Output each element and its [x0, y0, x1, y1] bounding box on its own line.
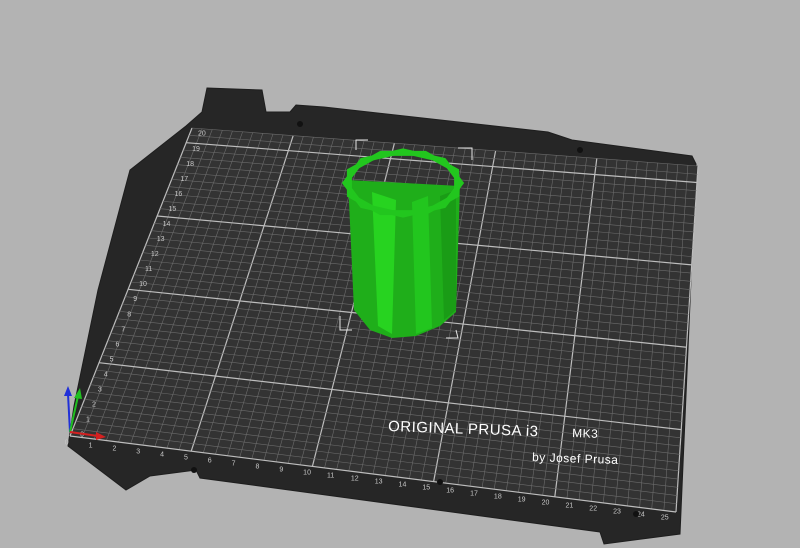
x-tick-label: 11 — [327, 472, 334, 479]
z-axis — [67, 393, 71, 433]
x-tick-label: 9 — [279, 466, 283, 473]
x-tick-label: 16 — [446, 487, 454, 494]
3d-viewport[interactable]: 0 1 2 3 4 5 6 7 8 9 10 11 12 13 14 15 16 17 18 19 20 21 22 23 24… — [0, 0, 800, 548]
y-tick-label: 4 — [104, 371, 108, 378]
x-tick-label: 18 — [494, 493, 502, 500]
y-tick-label: 7 — [121, 326, 125, 333]
x-tick-label: 15 — [422, 484, 430, 491]
y-tick-label: 20 — [198, 131, 206, 138]
x-tick-label: 14 — [399, 481, 407, 488]
brand-model: MK3 — [572, 426, 599, 441]
y-tick-label: 19 — [192, 146, 200, 153]
x-tick-label: 23 — [613, 509, 621, 516]
y-tick-label: 15 — [169, 206, 177, 213]
y-tick-label: 5 — [110, 356, 114, 363]
x-tick-label: 0 — [65, 439, 69, 446]
x-tick-label: 6 — [208, 457, 212, 464]
mount-hole — [297, 121, 303, 127]
y-tick-label: 2 — [92, 402, 96, 409]
y-tick-label: 9 — [133, 296, 137, 303]
y-tick-label: 13 — [157, 236, 165, 243]
x-tick-label: 3 — [136, 448, 140, 455]
y-tick-label: 8 — [127, 311, 131, 318]
x-tick-label: 5 — [184, 454, 188, 461]
y-tick-label: 1 — [86, 417, 90, 424]
x-tick-label: 21 — [565, 503, 573, 510]
x-tick-label: 8 — [255, 463, 259, 470]
x-tick-label: 4 — [160, 451, 164, 458]
y-tick-label: 12 — [151, 251, 159, 258]
y-tick-label: 16 — [174, 191, 182, 198]
y-tick-label: 14 — [163, 221, 171, 228]
x-tick-label: 22 — [589, 506, 597, 513]
x-tick-label: 10 — [303, 469, 311, 476]
scene-svg[interactable]: 0 1 2 3 4 5 6 7 8 9 10 11 12 13 14 15 16 17 18 19 20 21 22 23 24… — [0, 0, 800, 548]
y-tick-label: 17 — [180, 176, 188, 183]
x-tick-label: 2 — [112, 445, 116, 452]
mount-hole — [633, 511, 639, 517]
mount-hole — [577, 147, 583, 153]
mount-hole — [191, 467, 197, 473]
y-tick-label: 3 — [98, 387, 102, 394]
x-tick-label: 17 — [470, 490, 478, 497]
x-tick-label: 19 — [518, 497, 526, 504]
x-tick-label: 13 — [375, 478, 383, 485]
x-tick-label: 20 — [542, 500, 550, 507]
x-tick-label: 25 — [661, 515, 669, 522]
y-tick-label: 11 — [145, 266, 152, 273]
y-tick-label: 18 — [186, 161, 194, 168]
y-tick-label: 10 — [139, 281, 147, 288]
mount-hole — [437, 479, 443, 485]
z-axis-arrow-icon — [64, 386, 72, 396]
x-tick-label: 7 — [232, 460, 236, 467]
y-tick-label: 6 — [116, 341, 120, 348]
x-tick-label: 12 — [351, 475, 359, 482]
x-tick-label: 1 — [89, 442, 93, 449]
